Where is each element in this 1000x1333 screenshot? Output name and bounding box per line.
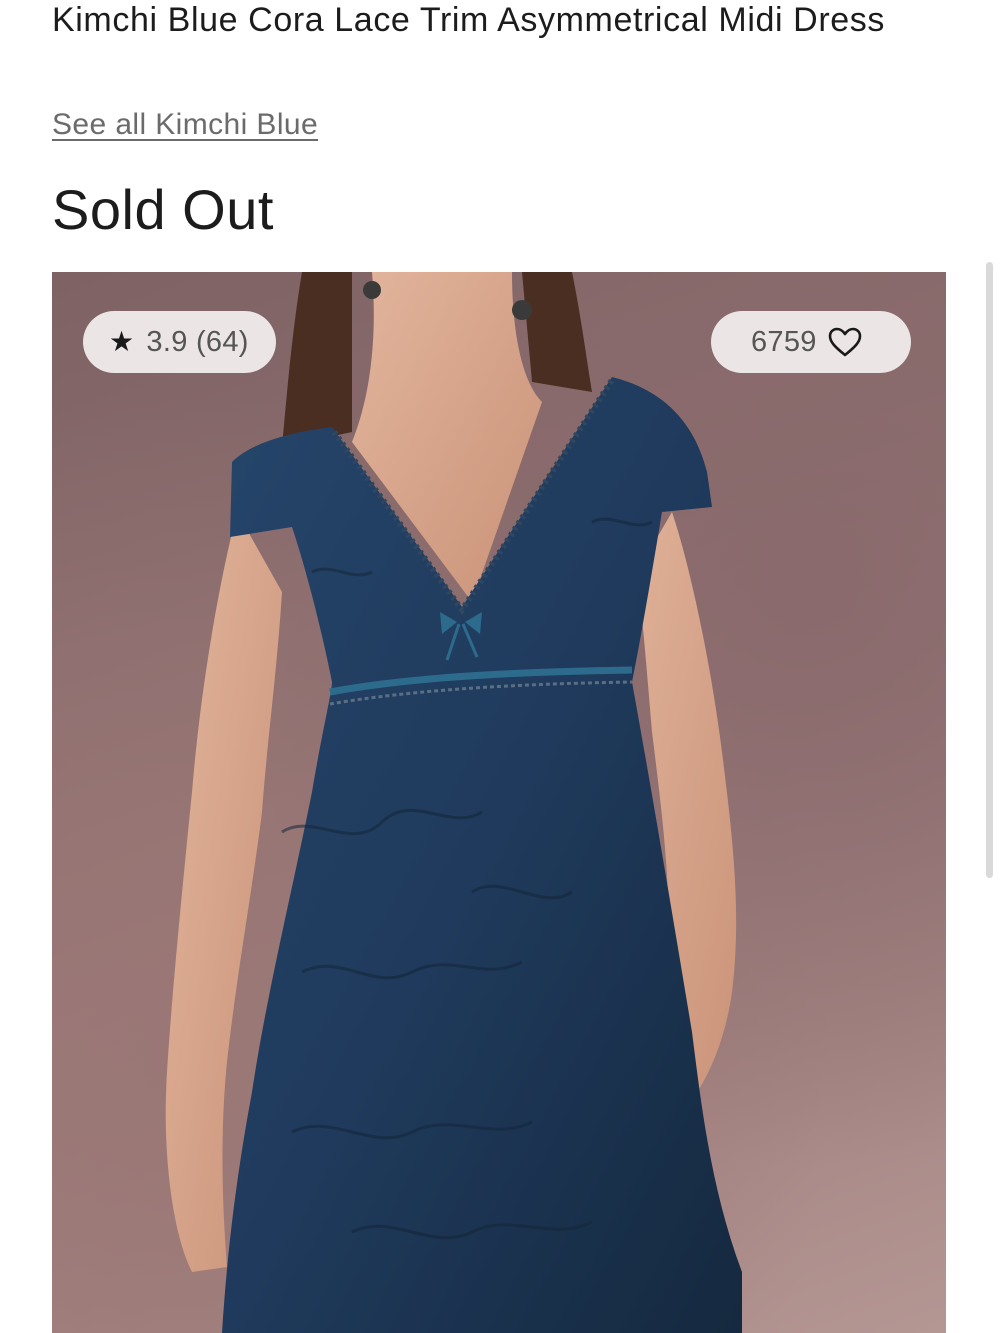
heart-icon	[827, 326, 863, 358]
product-title: Kimchi Blue Cora Lace Trim Asymmetrical …	[52, 1, 885, 39]
page-scrollbar[interactable]	[986, 262, 993, 878]
rating-badge[interactable]: ★ 3.9 (64)	[83, 311, 276, 373]
dress-photo-illustration	[165, 272, 742, 1333]
wishlist-count: 6759	[751, 325, 817, 358]
star-icon: ★	[109, 326, 135, 357]
sold-out-status: Sold Out	[52, 178, 274, 241]
wishlist-button[interactable]: 6759	[711, 311, 911, 373]
see-all-brand-link[interactable]: See all Kimchi Blue	[52, 106, 318, 144]
rating-text: 3.9 (64)	[146, 325, 249, 358]
product-image[interactable]	[52, 272, 946, 1333]
